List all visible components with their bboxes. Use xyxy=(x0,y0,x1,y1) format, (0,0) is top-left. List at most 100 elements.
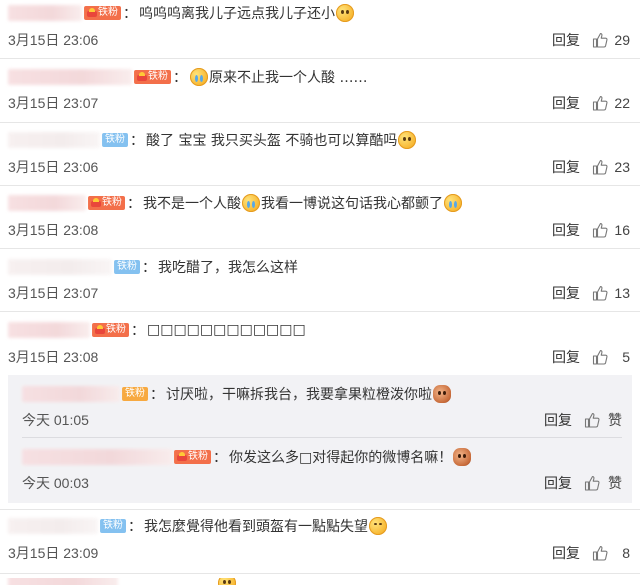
reply-thread: 铁粉 ： 讨厌啦，干嘛拆我台，我要拿果粒橙泼你啦 今天 01:05 回复 赞 铁… xyxy=(8,375,632,503)
comment-text: □□□□□□□□□□□□ xyxy=(147,322,306,338)
username[interactable] xyxy=(22,449,172,465)
comment-meta: 3月15日 23:07 回复 13 xyxy=(8,283,630,303)
timestamp: 3月15日 23:08 xyxy=(8,349,99,365)
comment-line: 铁粉 ： 我不是一个人酸 我看一博说这句话我心都颤了 xyxy=(8,192,640,214)
comment: 铁粉 ： □□□□□□□□□□□□ 3月15日 23:08 回复 5 xyxy=(0,319,640,367)
reply-button[interactable]: 回复 xyxy=(544,473,572,493)
crying-emoji-icon xyxy=(444,194,462,212)
comment: 铁粉 ： 酸了 宝宝 我只买头盔 不骑也可以算酷吗 3月15日 23:06 回复… xyxy=(0,129,640,177)
fan-badge[interactable]: 铁粉 xyxy=(84,6,121,20)
thumbs-up-icon[interactable] xyxy=(592,159,608,175)
like-count: 23 xyxy=(614,159,630,175)
like-count: 22 xyxy=(614,95,630,111)
comment-meta: 3月15日 23:08 回复 16 xyxy=(8,220,630,240)
fan-badge[interactable]: 铁粉 xyxy=(102,133,128,147)
divider xyxy=(22,437,622,438)
emoji-icon xyxy=(218,578,236,585)
username[interactable] xyxy=(22,386,120,402)
comment-line: 铁粉 ： 原来不止我一个人酸 …… xyxy=(8,66,640,88)
timestamp: 今天 01:05 xyxy=(22,412,89,428)
pleading-emoji-icon xyxy=(336,4,354,22)
comment-text: 我不是一个人酸 xyxy=(143,196,241,212)
username[interactable] xyxy=(8,195,86,211)
fan-badge[interactable]: 铁粉 xyxy=(100,519,126,533)
reply-button[interactable]: 回复 xyxy=(552,30,580,50)
like-count: 29 xyxy=(614,32,630,48)
thumbs-up-icon[interactable] xyxy=(592,95,608,111)
reply-meta: 今天 00:03 回复 赞 xyxy=(22,473,622,493)
thumbs-up-icon[interactable] xyxy=(584,412,600,428)
fan-badge[interactable]: 铁粉 xyxy=(92,323,129,337)
username[interactable] xyxy=(8,69,132,85)
reply-button[interactable]: 回复 xyxy=(544,410,572,430)
like-count: 13 xyxy=(614,285,630,301)
username[interactable] xyxy=(8,5,82,21)
fan-badge[interactable]: 铁粉 xyxy=(88,196,125,210)
reply-button[interactable]: 回复 xyxy=(552,347,580,367)
comment-meta: 3月15日 23:09 回复 8 xyxy=(8,543,630,563)
comment-text: 原来不止我一个人酸 …… xyxy=(209,70,368,86)
thumbs-up-icon[interactable] xyxy=(592,285,608,301)
reply-line: 铁粉 ： 你发这么多□对得起你的微博名嘛！ xyxy=(22,446,632,468)
fan-badge[interactable]: 铁粉 xyxy=(134,70,171,84)
reply-button[interactable]: 回复 xyxy=(552,157,580,177)
divider xyxy=(0,573,640,574)
like-count: 16 xyxy=(614,222,630,238)
comment: 铁粉 ： 原来不止我一个人酸 …… 3月15日 23:07 回复 22 xyxy=(0,66,640,114)
divider xyxy=(0,509,640,510)
timestamp: 3月15日 23:08 xyxy=(8,222,99,238)
reply-button[interactable]: 回复 xyxy=(552,93,580,113)
like-label[interactable]: 赞 xyxy=(606,473,622,493)
thumbs-up-icon[interactable] xyxy=(592,545,608,561)
like-count: 8 xyxy=(622,545,630,561)
crown-icon xyxy=(177,452,187,462)
reply-text: 你发这么多□对得起你的微博名嘛！ xyxy=(229,450,453,466)
crown-icon xyxy=(95,325,105,335)
comment-meta: 3月15日 23:06 回复 29 xyxy=(8,30,630,50)
crown-icon xyxy=(87,8,97,18)
crown-icon xyxy=(137,72,147,82)
username[interactable] xyxy=(8,322,90,338)
thumbs-up-icon[interactable] xyxy=(592,222,608,238)
username[interactable] xyxy=(8,578,118,585)
comment-meta: 3月15日 23:06 回复 23 xyxy=(8,157,630,177)
comment: 铁粉 ： 呜呜呜离我儿子远点我儿子还小 3月15日 23:06 回复 29 xyxy=(0,2,640,50)
reply-button[interactable]: 回复 xyxy=(552,220,580,240)
like-label[interactable]: 赞 xyxy=(606,410,622,430)
timestamp: 3月15日 23:06 xyxy=(8,159,99,175)
divider xyxy=(0,311,640,312)
comment-partial xyxy=(0,578,640,585)
comment-line: 铁粉 ： 我吃醋了，我怎么这样 xyxy=(8,256,640,278)
divider xyxy=(0,122,640,123)
reply-text: 讨厌啦，干嘛拆我台，我要拿果粒橙泼你啦 xyxy=(166,387,432,403)
reply-line: 铁粉 ： 讨厌啦，干嘛拆我台，我要拿果粒橙泼你啦 xyxy=(22,383,632,405)
thumbs-up-icon[interactable] xyxy=(592,32,608,48)
reply-button[interactable]: 回复 xyxy=(552,543,580,563)
divider xyxy=(0,58,640,59)
reply-meta: 今天 01:05 回复 赞 xyxy=(22,410,622,430)
username[interactable] xyxy=(8,259,112,275)
divider xyxy=(0,248,640,249)
thumbs-up-icon[interactable] xyxy=(592,349,608,365)
comment-line: 铁粉 ： 呜呜呜离我儿子远点我儿子还小 xyxy=(8,2,640,24)
comment-meta: 3月15日 23:08 回复 5 xyxy=(8,347,630,367)
comment: 铁粉 ： 我怎麼覺得他看到頭盔有一點點失望 3月15日 23:09 回复 8 xyxy=(0,515,640,563)
comment-text: 我怎麼覺得他看到頭盔有一點點失望 xyxy=(144,519,368,535)
fan-badge[interactable]: 铁粉 xyxy=(114,260,140,274)
pleading-emoji-icon xyxy=(398,131,417,149)
timestamp: 3月15日 23:09 xyxy=(8,545,99,561)
doge-emoji-icon xyxy=(453,448,472,466)
timestamp: 今天 00:03 xyxy=(22,475,89,491)
crying-emoji-icon xyxy=(190,68,208,86)
comment-line: 铁粉 ： □□□□□□□□□□□□ xyxy=(8,319,640,341)
username[interactable] xyxy=(8,518,98,534)
like-count: 5 xyxy=(622,349,630,365)
timestamp: 3月15日 23:06 xyxy=(8,32,99,48)
username[interactable] xyxy=(8,132,100,148)
comment-text: 酸了 宝宝 我只买头盔 不骑也可以算酷吗 xyxy=(146,133,398,149)
reply-button[interactable]: 回复 xyxy=(552,283,580,303)
fan-badge[interactable]: 铁粉 xyxy=(122,387,148,401)
doge-emoji-icon xyxy=(433,385,451,403)
thumbs-up-icon[interactable] xyxy=(584,475,600,491)
fan-badge[interactable]: 铁粉 xyxy=(174,450,211,464)
